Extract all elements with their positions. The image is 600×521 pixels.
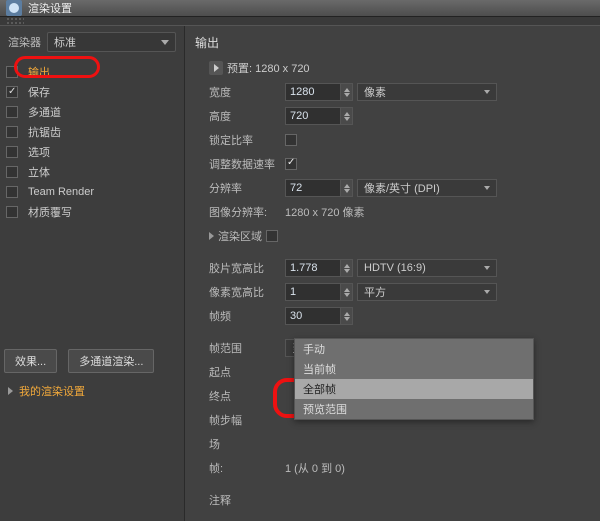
- width-input[interactable]: [285, 83, 341, 101]
- app-icon: [6, 0, 22, 16]
- effects-button[interactable]: 效果...: [4, 349, 57, 373]
- frame-range-popup: 手动 当前帧 全部帧 预览范围: [294, 338, 534, 420]
- sidebar-footer: 效果... 多通道渲染... 我的渲染设置: [0, 345, 184, 405]
- spinner-arrows-icon[interactable]: [341, 83, 353, 101]
- sidebar-item-multipass[interactable]: 多通道: [0, 102, 184, 122]
- body: 渲染器 标准 输出 保存 多通道 抗锯齿 选项 立体 Team Render 材…: [0, 25, 600, 521]
- height-field[interactable]: [285, 107, 353, 125]
- frames-value: 1 (从 0 到 0): [285, 460, 345, 476]
- checkbox-icon: [6, 166, 18, 178]
- chevron-down-icon: [484, 266, 490, 270]
- film-aspect-input[interactable]: [285, 259, 341, 277]
- render-settings-window: 渲染设置 渲染器 标准 输出 保存 多通道 抗锯齿 选项 立体 Team Ren…: [0, 0, 600, 510]
- dpi-unit-select[interactable]: 像素/英寸 (DPI): [357, 179, 497, 197]
- titlebar[interactable]: 渲染设置: [0, 0, 600, 17]
- film-aspect-field[interactable]: [285, 259, 353, 277]
- sidebar-item-material-override[interactable]: 材质覆写: [0, 202, 184, 222]
- renderer-row: 渲染器 标准: [0, 26, 184, 58]
- sidebar: 渲染器 标准 输出 保存 多通道 抗锯齿 选项 立体 Team Render 材…: [0, 26, 185, 521]
- chevron-down-icon: [484, 90, 490, 94]
- dpi-input[interactable]: [285, 179, 341, 197]
- pixel-aspect-unit-select[interactable]: 平方: [357, 283, 497, 301]
- fps-label: 帧频: [209, 308, 281, 324]
- sidebar-item-stereo[interactable]: 立体: [0, 162, 184, 182]
- checkbox-icon: [6, 86, 18, 98]
- render-region-label: 渲染区域: [218, 228, 262, 244]
- spinner-arrows-icon[interactable]: [341, 179, 353, 197]
- output-panel: 输出 预置: 1280 x 720 宽度 像素 高度 锁定比率 调整数据速率 分…: [185, 26, 600, 521]
- checkbox-icon: [6, 206, 18, 218]
- chevron-down-icon: [161, 40, 169, 45]
- height-label: 高度: [209, 108, 281, 124]
- image-res-label: 图像分辨率:: [209, 204, 281, 220]
- spinner-arrows-icon[interactable]: [341, 307, 353, 325]
- width-label: 宽度: [209, 84, 281, 100]
- disclosure-icon: [8, 387, 13, 395]
- frame-step-label: 帧步幅: [209, 412, 281, 428]
- dpi-field[interactable]: [285, 179, 353, 197]
- menu-item-preview-range[interactable]: 预览范围: [295, 399, 533, 419]
- checkbox-icon: [6, 186, 18, 198]
- chevron-down-icon: [484, 290, 490, 294]
- renderer-label: 渲染器: [8, 34, 41, 50]
- field-label: 场: [209, 436, 281, 452]
- sidebar-item-save[interactable]: 保存: [0, 82, 184, 102]
- pixel-aspect-input[interactable]: [285, 283, 341, 301]
- height-input[interactable]: [285, 107, 341, 125]
- panel-title: 输出: [195, 34, 590, 51]
- sidebar-item-teamrender[interactable]: Team Render: [0, 182, 184, 202]
- renderer-value: 标准: [54, 34, 76, 50]
- disclosure-icon[interactable]: [209, 232, 214, 240]
- menu-item-manual[interactable]: 手动: [295, 339, 533, 359]
- lock-ratio-label: 锁定比率: [209, 132, 281, 148]
- checkbox-icon: [6, 146, 18, 158]
- menu-item-current-frame[interactable]: 当前帧: [295, 359, 533, 379]
- checkbox-icon: [6, 106, 18, 118]
- checkbox-icon: [6, 126, 18, 138]
- fps-field[interactable]: [285, 307, 353, 325]
- width-field[interactable]: [285, 83, 353, 101]
- notes-label: 注释: [209, 492, 281, 508]
- sidebar-item-options[interactable]: 选项: [0, 142, 184, 162]
- render-region-checkbox[interactable]: [266, 230, 278, 242]
- window-title: 渲染设置: [28, 0, 72, 16]
- sidebar-item-aa[interactable]: 抗锯齿: [0, 122, 184, 142]
- width-unit-select[interactable]: 像素: [357, 83, 497, 101]
- frames-label: 帧:: [209, 460, 281, 476]
- play-icon[interactable]: [209, 61, 223, 75]
- renderer-dropdown[interactable]: 标准: [47, 32, 176, 52]
- checkbox-icon: [6, 66, 18, 78]
- fps-input[interactable]: [285, 307, 341, 325]
- spinner-arrows-icon[interactable]: [341, 107, 353, 125]
- pixel-aspect-label: 像素宽高比: [209, 284, 281, 300]
- sidebar-item-output[interactable]: 输出: [0, 62, 184, 82]
- start-label: 起点: [209, 364, 281, 380]
- sidebar-list: 输出 保存 多通道 抗锯齿 选项 立体 Team Render 材质覆写: [0, 62, 184, 222]
- film-aspect-label: 胶片宽高比: [209, 260, 281, 276]
- image-res-value: 1280 x 720 像素: [285, 204, 365, 220]
- preset-label: 预置: 1280 x 720: [227, 60, 310, 76]
- spinner-arrows-icon[interactable]: [341, 283, 353, 301]
- frame-range-label: 帧范围: [209, 340, 281, 356]
- panel-grip[interactable]: [0, 17, 600, 25]
- my-render-settings-label: 我的渲染设置: [19, 383, 85, 399]
- adapt-rate-checkbox[interactable]: [285, 158, 297, 170]
- end-label: 终点: [209, 388, 281, 404]
- lock-ratio-checkbox[interactable]: [285, 134, 297, 146]
- my-render-settings[interactable]: 我的渲染设置: [0, 377, 184, 405]
- chevron-down-icon: [484, 186, 490, 190]
- preset-row: 预置: 1280 x 720: [209, 57, 590, 79]
- spinner-arrows-icon[interactable]: [341, 259, 353, 277]
- menu-item-all-frames[interactable]: 全部帧: [295, 379, 533, 399]
- pixel-aspect-field[interactable]: [285, 283, 353, 301]
- film-aspect-unit-select[interactable]: HDTV (16:9): [357, 259, 497, 277]
- dpi-label: 分辨率: [209, 180, 281, 196]
- multipass-render-button[interactable]: 多通道渲染...: [68, 349, 154, 373]
- adapt-rate-label[interactable]: 调整数据速率: [209, 156, 281, 172]
